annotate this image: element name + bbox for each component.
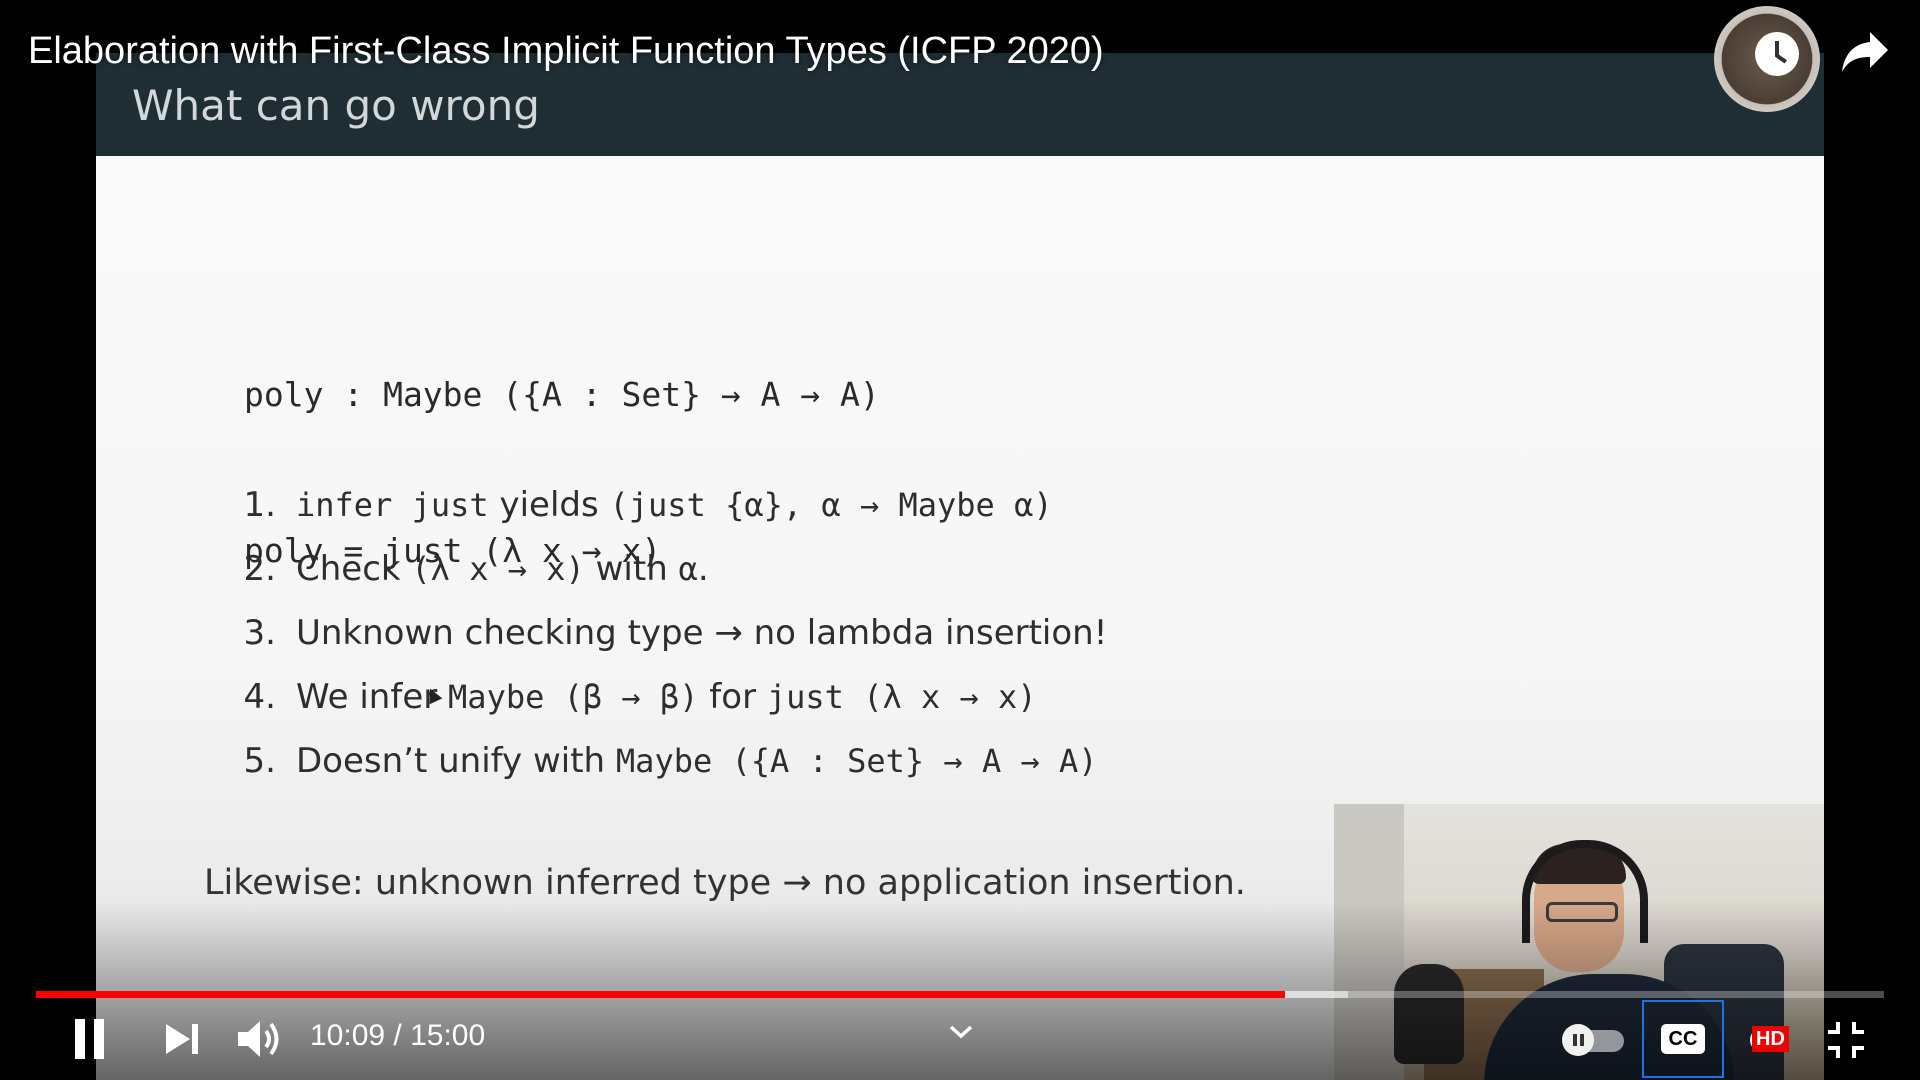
step-number: 2. <box>243 549 276 589</box>
next-icon[interactable] <box>164 1022 200 1056</box>
step-code: (just {α}, α → Maybe α) <box>609 486 1053 524</box>
video-title[interactable]: Elaboration with First-Class Implicit Fu… <box>28 30 1104 73</box>
step-code: Maybe ({A : Set} → A → A) <box>615 742 1098 780</box>
cc-icon: CC <box>1661 1024 1705 1054</box>
step-number: 4. <box>243 677 276 717</box>
step-number: 1. <box>243 485 276 525</box>
step-code: α <box>678 550 698 588</box>
step-text: . <box>697 549 709 589</box>
slide-heading: What can go wrong <box>132 81 540 130</box>
step-item: 2. Check (λ x → x) with α. <box>230 537 1107 601</box>
step-item: 1. infer just yields (just {α}, α → Maybe… <box>230 473 1107 537</box>
code-line: poly : Maybe ({A : Set} → A → A) <box>244 375 880 414</box>
hd-badge: HD <box>1752 1026 1789 1052</box>
volume-icon[interactable] <box>236 1018 282 1060</box>
step-text: with <box>584 549 679 589</box>
autoplay-toggle[interactable] <box>1562 1024 1624 1056</box>
likewise-note: Likewise: unknown inferred type → no app… <box>204 863 1246 903</box>
time-display: 10:09 / 15:00 <box>310 1019 486 1052</box>
step-item: 4. We infer Maybe (β → β) for just (λ x →… <box>230 665 1107 729</box>
progress-played <box>36 991 1286 998</box>
share-icon[interactable] <box>1840 30 1890 74</box>
step-number: 3. <box>243 613 276 653</box>
progress-bar[interactable] <box>36 991 1884 998</box>
step-list: 1. infer just yields (just {α}, α → Maybe… <box>230 473 1108 793</box>
clock-icon[interactable] <box>1755 32 1799 76</box>
step-code: infer just <box>296 486 489 524</box>
step-code: (λ x → x) <box>411 550 585 588</box>
step-number: 5. <box>243 741 276 781</box>
step-text: for <box>698 677 767 717</box>
step-text: yields <box>488 485 610 525</box>
step-item: 5. Doesn’t unify with Maybe ({A : Set} → … <box>230 729 1107 793</box>
step-code: Maybe (β → β) <box>448 678 699 716</box>
step-code: just (λ x → x) <box>766 678 1037 716</box>
step-item: 3. Unknown checking type → no lambda inse… <box>230 601 1108 665</box>
fullscreen-exit-icon[interactable] <box>1826 1020 1866 1060</box>
autoplay-pause-icon <box>1562 1024 1594 1056</box>
step-text: Unknown checking type → no lambda insert… <box>296 613 1108 653</box>
video-player[interactable]: What can go wrong poly : Maybe ({A : Set… <box>0 0 1920 1080</box>
step-text: Doesn’t unify with <box>296 741 616 781</box>
controls-gradient <box>0 900 1920 1080</box>
chevron-down-icon[interactable] <box>948 1024 974 1040</box>
step-text: Check <box>296 549 412 589</box>
pause-icon[interactable] <box>72 1019 106 1059</box>
cc-button[interactable]: CC <box>1642 1000 1724 1078</box>
